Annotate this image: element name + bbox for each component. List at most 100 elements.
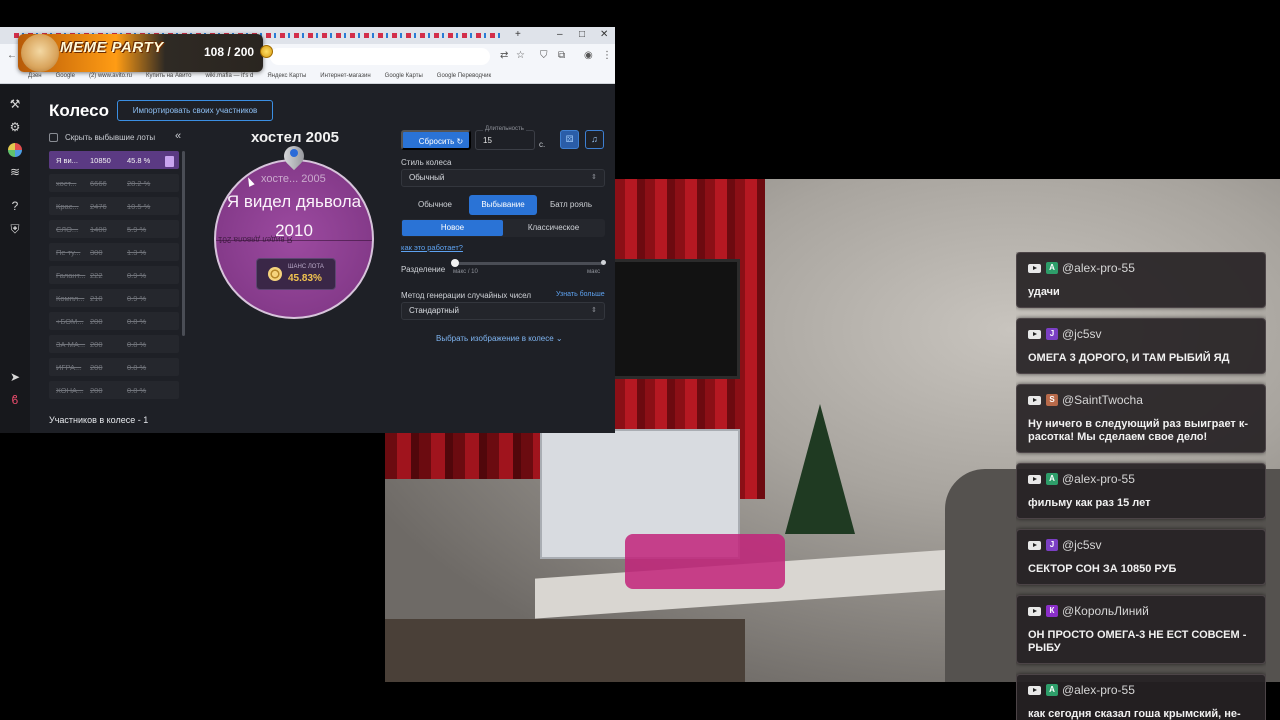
lot-chance-badge: ШАНС ЛОТА 45.83% [256,258,336,290]
new-tab-icon[interactable]: + [515,29,521,40]
wall-monitor [610,259,740,379]
close-icon[interactable]: ✕ [600,29,608,40]
lot-percent: 1.3 % [127,248,147,257]
lot-row[interactable]: ИГРА... 200 0.8 % [49,358,179,376]
rng-method-select[interactable]: Стандартный ⇕ [401,302,605,320]
lot-row[interactable]: СЛО... 1400 5.9 % [49,220,179,238]
collapse-panel-icon[interactable]: « [175,130,181,142]
lot-row[interactable]: Я ви... 10850 45.8 % [49,151,179,169]
gear-icon[interactable]: ⚙ [8,120,22,134]
extensions-icon[interactable]: ⧉ [558,50,565,61]
lot-name: ЗА МА... [56,340,86,349]
chevron-updown-icon: ⇕ [591,307,597,314]
minimize-icon[interactable]: – [557,29,563,40]
user-avatar: J [1046,328,1058,340]
wheel-style-select[interactable]: Обычный ⇕ [401,169,605,187]
duration-value[interactable]: 15 [483,136,492,145]
coin-icon [260,45,273,58]
reset-button[interactable]: Сбросить ↻ [401,130,471,150]
user-avatar: J [1046,539,1058,551]
lot-row[interactable]: Крас... 2476 10.5 % [49,197,179,215]
import-participants-button[interactable]: Импортировать своих участников [117,100,273,121]
trash-icon[interactable] [165,156,174,167]
duration-label: Длительность [483,126,526,132]
lot-row[interactable]: Галант... 222 0.9 % [49,266,179,284]
auction-hammer-icon[interactable]: ⚒ [8,97,22,111]
lot-row[interactable]: +БОМ... 200 0.8 % [49,312,179,330]
chat-message-header: A @alex-pro-55 [1028,681,1255,699]
youtube-icon [1028,395,1041,405]
brand-icon[interactable]: ϐ [8,393,22,407]
page-title: Колесо [49,101,109,120]
layers-icon[interactable]: ≋ [8,165,22,179]
music-button[interactable]: ♫ [585,130,604,149]
split-slider-thumb[interactable] [451,259,459,267]
help-icon[interactable]: ? [8,199,22,213]
chat-overlay: A @alex-pro-55 удачи J @jc5sv ОМЕГА 3 ДОРОГО,… [1016,252,1266,720]
bookmark-item[interactable]: wiki.mafia — it's d [206,73,254,79]
profile-icon[interactable]: ◉ [584,50,593,61]
lot-row[interactable]: ХОНА... 200 0.8 % [49,381,179,399]
security-icon[interactable]: ⛨ [8,222,22,236]
tab-mode[interactable]: Батл рояль [537,195,605,215]
chevron-down-icon: ⌄ [555,334,563,343]
split-slider[interactable] [455,262,603,265]
lot-percent: 0.9 % [127,294,147,303]
menu-icon[interactable]: ⋮ [602,50,612,61]
prize-wheel[interactable]: хосте... 2005 Я видел дявола 201 Я видел… [214,159,374,319]
lot-percent: 0.9 % [127,271,147,280]
bookmark-item[interactable]: Яндекс Карты [267,73,306,79]
translate-icon[interactable]: ⇄ [500,50,508,61]
wheel-pointer [279,141,309,176]
lot-row[interactable]: Компл... 210 0.9 % [49,289,179,307]
bookmark-item[interactable]: Купить на Авито [146,73,192,79]
chat-message: A @alex-pro-55 удачи [1016,252,1266,308]
chat-message-header: J @jc5sv [1028,536,1255,554]
youtube-icon [1028,540,1041,550]
chat-username: @SaintTwocha [1062,393,1143,407]
maximize-icon[interactable]: □ [579,29,585,40]
wheel-sector-label-line1: Я видел дяьвола [226,192,362,211]
lot-row[interactable]: хост... 6666 28.2 % [49,174,179,192]
telegram-icon[interactable]: ➤ [8,370,22,384]
bookmark-item[interactable]: Google Карты [385,73,423,79]
bookmark-item[interactable]: Google Переводчик [437,73,491,79]
tab-submode[interactable]: Классическое [503,220,604,236]
url-field[interactable] [270,48,490,65]
lot-name: ИГРА... [56,363,82,372]
learn-more-link[interactable]: Узнать больше [556,291,605,298]
chat-message: J @jc5sv ОМЕГА 3 ДОРОГО, И ТАМ РЫБИЙ ЯД [1016,318,1266,374]
chat-text: Ну ничего в следующий раз выиграет к-рас… [1028,418,1249,443]
hide-eliminated-row[interactable]: Скрыть выбывшие лоты [49,133,155,142]
lot-amount: 222 [90,271,103,280]
how-it-works-link[interactable]: как это работает? [401,243,463,252]
lot-list-scrollbar[interactable] [182,151,185,336]
pick-wheel-image-button[interactable]: Выбрать изображение в колесе ⌄ [436,334,563,343]
submode-tabs: Новое Классическое [401,219,605,237]
bookmark-item[interactable]: Google [56,73,75,79]
wheel-style-label: Стиль колеса [401,158,452,167]
wheel-icon[interactable] [8,143,22,157]
bookmark-item[interactable]: Интернет-магазин [320,73,370,79]
lot-percent: 0.8 % [127,317,147,326]
winner-title: хостел 2005 [250,129,340,146]
lot-row[interactable]: Пе ту... 300 1.3 % [49,243,179,261]
chat-message-header: J @jc5sv [1028,325,1255,343]
bookmark-item[interactable]: Дзен [28,73,42,79]
chat-username: @jc5sv [1062,327,1102,341]
tab-mode[interactable]: Обычное [401,195,469,215]
lot-amount: 210 [90,294,103,303]
tab-submode[interactable]: Новое [402,220,503,236]
lot-percent: 0.8 % [127,363,147,372]
doge-logo [21,34,59,72]
lot-row[interactable]: ЗА МА... 200 0.8 % [49,335,179,353]
shield-icon[interactable]: ⛉ [540,50,548,61]
dice-button[interactable]: ⚄ [560,130,579,149]
hide-eliminated-checkbox[interactable] [49,133,58,142]
tab-mode[interactable]: Выбывание [469,195,537,215]
chat-text: СЕКТОР СОН ЗА 10850 РУБ [1028,563,1177,575]
bookmark-star-icon[interactable]: ☆ [516,50,525,61]
chat-username: @КорольЛиний [1062,604,1149,618]
back-icon[interactable]: ← [7,50,17,61]
bookmark-item[interactable]: (2) www.avito.ru [89,73,132,79]
